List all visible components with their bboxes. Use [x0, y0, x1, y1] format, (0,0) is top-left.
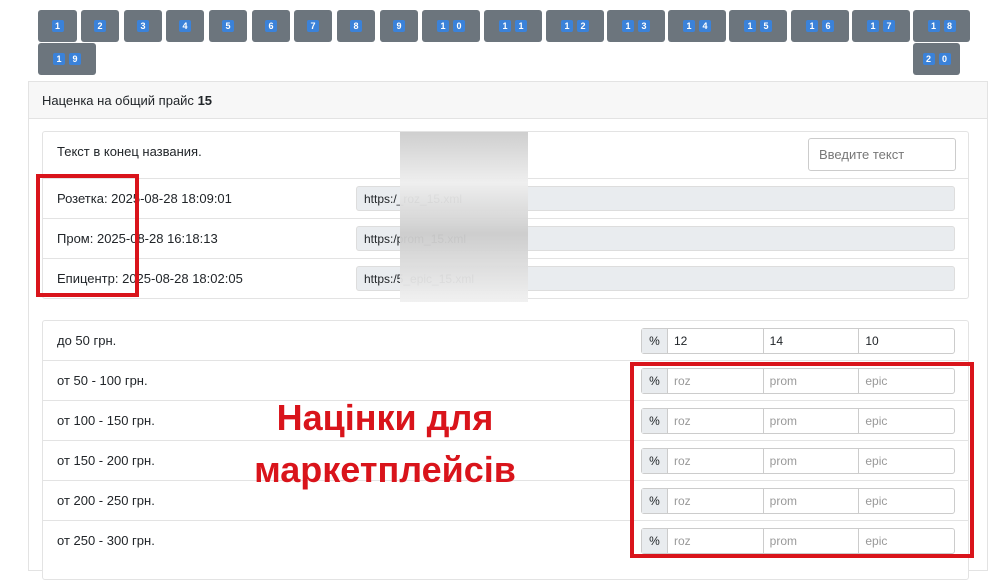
- page-button-14[interactable]: 14: [668, 10, 726, 42]
- price-range-label: от 250 - 300 грн.: [57, 533, 155, 548]
- markup-value: 15: [197, 93, 213, 108]
- keycap-digit: 6: [265, 20, 277, 32]
- keycap-digit: 1: [622, 20, 634, 32]
- page-button-15[interactable]: 15: [729, 10, 787, 42]
- prom-markup-input[interactable]: 14: [764, 329, 860, 353]
- keycap-digit: 2: [94, 20, 106, 32]
- page-button-19[interactable]: 19: [38, 43, 96, 75]
- keycap-digit: 2: [922, 53, 935, 65]
- price-range-label: от 150 - 200 грн.: [57, 453, 155, 468]
- keycap-digit: 7: [307, 20, 319, 32]
- page-button-8[interactable]: 8: [337, 10, 375, 42]
- keycap-digit: 1: [561, 20, 573, 32]
- name-suffix-input[interactable]: Введите текст: [808, 138, 956, 171]
- price-range-label: от 200 - 250 грн.: [57, 493, 155, 508]
- annotation-text: Націнки для маркетплейсів: [254, 397, 516, 490]
- page-button-11[interactable]: 11: [484, 10, 542, 42]
- epic-markup-input[interactable]: 10: [859, 329, 954, 353]
- percent-addon: %: [642, 329, 668, 353]
- page-button-17[interactable]: 17: [852, 10, 910, 42]
- keycap-digit: 2: [577, 20, 589, 32]
- keycap-digit: 7: [883, 20, 895, 32]
- roz-markup-input[interactable]: 12: [668, 329, 764, 353]
- keycap-digit: 1: [683, 20, 695, 32]
- page-button-7[interactable]: 7: [294, 10, 332, 42]
- keycap-digit: 3: [638, 20, 650, 32]
- name-suffix-label: Текст в конец названия.: [57, 144, 202, 159]
- page-button-6[interactable]: 6: [252, 10, 290, 42]
- keycap-digit: 4: [179, 20, 191, 32]
- keycap-digit: 1: [51, 20, 64, 32]
- keycap-digit: 4: [699, 20, 711, 32]
- keycap-digit: 8: [943, 20, 956, 32]
- keycap-digit: 5: [760, 20, 772, 32]
- page-button-4[interactable]: 4: [166, 10, 204, 42]
- page-button-13[interactable]: 13: [607, 10, 665, 42]
- page-button-16[interactable]: 16: [791, 10, 849, 42]
- price-range-row: до 50 грн.% 12 14 10: [43, 321, 968, 361]
- page-button-3[interactable]: 3: [124, 10, 162, 42]
- keycap-digit: 1: [499, 20, 511, 32]
- keycap-digit: 6: [822, 20, 834, 32]
- markup-input-group: % 12 14 10: [641, 328, 955, 354]
- keycap-digit: 8: [350, 20, 362, 32]
- keycap-digit: 1: [927, 20, 940, 32]
- page-button-10[interactable]: 10: [422, 10, 480, 42]
- page-button-12[interactable]: 12: [546, 10, 604, 42]
- page-button-1[interactable]: 1: [38, 10, 77, 42]
- page-button-2[interactable]: 2: [81, 10, 119, 42]
- price-range-label: от 50 - 100 грн.: [57, 373, 148, 388]
- price-range-label: от 100 - 150 грн.: [57, 413, 155, 428]
- highlight-markups: [630, 362, 974, 558]
- keycap-digit: 0: [453, 20, 465, 32]
- price-range-label: до 50 грн.: [57, 333, 117, 348]
- keycap-digit: 5: [222, 20, 234, 32]
- redacted-area: [400, 132, 528, 302]
- keycap-digit: 1: [806, 20, 818, 32]
- page-button-5[interactable]: 5: [209, 10, 247, 42]
- page-button-18[interactable]: 18: [913, 10, 970, 42]
- keycap-digit: 9: [69, 53, 81, 65]
- keycap-digit: 1: [53, 53, 65, 65]
- keycap-digit: 9: [393, 20, 405, 32]
- keycap-digit: 1: [744, 20, 756, 32]
- panel-header: Наценка на общий прайс 15: [29, 82, 987, 119]
- keycap-digit: 3: [137, 20, 149, 32]
- keycap-digit: 1: [515, 20, 527, 32]
- keycap-digit: 1: [437, 20, 449, 32]
- keycap-digit: 1: [867, 20, 879, 32]
- feeds-card: Текст в конец названия. Введите текст Ро…: [42, 131, 969, 302]
- keycap-digit: 0: [938, 53, 951, 65]
- page-button-9[interactable]: 9: [380, 10, 418, 42]
- page-button-20[interactable]: 20: [913, 43, 960, 75]
- highlight-dates: [36, 174, 139, 297]
